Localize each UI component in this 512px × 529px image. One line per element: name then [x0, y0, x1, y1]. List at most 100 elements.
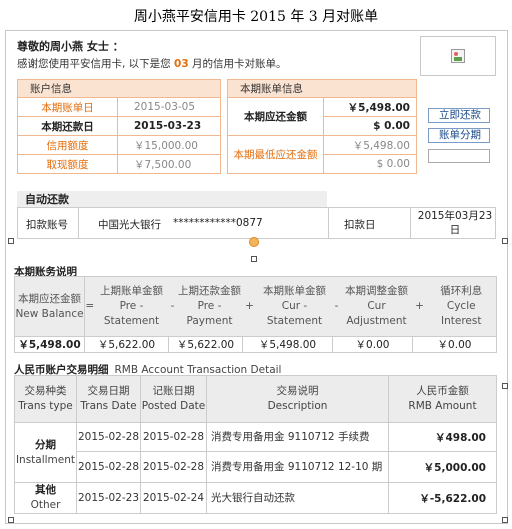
col-en: Trans type: [18, 400, 73, 412]
trans-description: 光大银行自动还款: [206, 482, 389, 514]
col-cn: 上期账单金额: [100, 285, 163, 297]
table-row: 其他 Other 2015-02-23 2015-02-24 光大银行自动还款 ￥…: [14, 482, 497, 514]
cur-adjustment-value: ￥0.00: [332, 336, 413, 353]
trans-description: 消费专用备用金 9110712 12-10 期: [206, 451, 389, 483]
greeting-name: 尊敬的周小燕 女士 ：: [17, 40, 124, 53]
balance-header: 上期还款金额 Pre - Payment: [176, 276, 243, 337]
credit-limit-value: ￥15,000.00: [117, 135, 221, 155]
resize-handle[interactable]: [251, 256, 257, 262]
logo-box: [420, 36, 496, 76]
resize-handle[interactable]: [502, 383, 508, 389]
equals-sign: =: [84, 276, 95, 337]
auto-repay-row: 扣款账号 中国光大银行 ************0877 扣款日 2015年03…: [17, 207, 496, 239]
credit-limit-label: 信用额度: [17, 135, 118, 155]
col-header: 交易说明 Description: [206, 375, 389, 423]
divider: [78, 208, 79, 238]
greeting-suffix: 月的信用卡对账单。: [188, 58, 287, 70]
trans-type-cn: 分期: [35, 438, 56, 451]
new-balance-value: ￥5,498.00: [14, 336, 85, 353]
divider: [410, 208, 411, 238]
table-row: 2015-02-28 2015-02-28 消费专用备用金 9110712 12…: [15, 451, 497, 483]
balance-header: 循环利息 Cycle Interest: [426, 276, 497, 337]
debit-date-label: 扣款日: [344, 219, 376, 231]
greeting-line: 感谢您使用平安信用卡, 以下是您 03 月的信用卡对账单。: [17, 56, 286, 71]
trans-amount: ￥498.00: [388, 422, 497, 452]
resize-handle[interactable]: [8, 517, 14, 523]
greeting-prefix: 感谢您使用平安信用卡, 以下是您: [17, 58, 175, 70]
statement-info-header: 本期账单信息: [227, 79, 417, 98]
col-en: Pre - Payment: [186, 300, 233, 327]
debit-date-value: 2015年03月23日: [417, 210, 493, 236]
trans-amount: ￥-5,622.00: [388, 482, 497, 514]
amount-due-usd: $ 0.00: [323, 116, 417, 136]
min-due-rmb: ￥5,498.00: [323, 135, 417, 155]
cycle-interest-value: ￥0.00: [412, 336, 497, 353]
account-info-row: 信用额度 ￥15,000.00: [17, 135, 221, 155]
balance-header: 本期应还金额 New Balance: [14, 276, 85, 337]
table-row: 分期 Installment 2015-02-28 2015-02-28 消费专用…: [14, 422, 497, 483]
min-due-label: 本期最低应还金额: [227, 135, 324, 174]
minus-sign: -: [332, 276, 341, 337]
amount-input[interactable]: [428, 149, 490, 163]
minus-sign: -: [168, 276, 177, 337]
posted-date: 2015-02-28: [140, 422, 207, 452]
cur-statement-value: ￥5,498.00: [242, 336, 333, 353]
resize-handle[interactable]: [502, 517, 508, 523]
amount-due-rmb: ￥5,498.00: [323, 97, 417, 117]
col-cn: 人民币金额: [416, 385, 469, 397]
balance-header: 本期调整金额 Cur Adjustment: [340, 276, 413, 337]
trans-description: 消费专用备用金 9110712 手续费: [206, 422, 389, 452]
bank-name: 中国光大银行: [98, 219, 161, 231]
col-en: RMB Amount: [408, 400, 477, 412]
due-date-value: 2015-03-23: [117, 116, 221, 136]
posted-date: 2015-02-24: [140, 482, 207, 514]
balance-values-row: ￥5,498.00 ￥5,622.00 ￥5,622.00 ￥5,498.00 …: [14, 336, 497, 353]
col-cn: 本期账单金额: [263, 285, 326, 297]
transactions-table: 交易种类 Trans type 交易日期 Trans Date 记账日期 Posted…: [14, 375, 497, 514]
col-cn: 循环利息: [440, 285, 483, 297]
balance-header: 上期账单金额 Pre - Statement: [94, 276, 169, 337]
trans-amount: ￥5,000.00: [388, 451, 497, 483]
resize-handle[interactable]: [502, 238, 508, 244]
resize-handle[interactable]: [8, 238, 14, 244]
pre-payment-value: ￥5,622.00: [168, 336, 243, 353]
auto-repay-header: 自动还款: [17, 191, 327, 208]
statement-info-table: 本期账单信息 本期应还金额 ￥5,498.00 $ 0.00 本期最低应还金额 …: [227, 79, 417, 174]
plus-sign: +: [412, 276, 427, 337]
debit-account-label: 扣款账号: [26, 219, 68, 231]
trans-type-cell: 分期 Installment: [14, 422, 77, 483]
amount-due-label: 本期应还金额: [227, 97, 324, 136]
cash-limit-label: 取现额度: [17, 154, 118, 174]
trans-type-en: Other: [30, 499, 61, 511]
trans-date: 2015-02-28: [76, 451, 141, 483]
balance-table: 本期应还金额 New Balance = 上期账单金额 Pre - Statemen…: [14, 276, 497, 353]
trans-type-en: Installment: [15, 453, 76, 466]
statement-month: 03: [174, 58, 189, 70]
col-cn: 上期还款金额: [178, 285, 241, 297]
installment-button[interactable]: 账单分期: [428, 128, 490, 143]
col-header: 交易日期 Trans Date: [76, 375, 141, 423]
col-en: Description: [267, 400, 328, 412]
trans-type-cell: 其他 Other: [14, 482, 77, 514]
posted-date: 2015-02-28: [140, 451, 207, 483]
col-en: Posted Date: [141, 400, 206, 412]
col-header: 交易种类 Trans type: [14, 375, 77, 423]
broken-image-icon: [451, 49, 465, 63]
account-info-row: 本期还款日 2015-03-23: [17, 116, 221, 136]
trans-type-cn: 其他: [35, 484, 56, 496]
col-en: Cur - Statement: [266, 300, 323, 327]
col-en: Cycle Interest: [441, 300, 482, 327]
account-info-table: 账户信息 本期账单日 2015-03-05 本期还款日 2015-03-23 信…: [17, 79, 221, 174]
page-title: 周小燕平安信用卡 2015 年 3 月对账单: [133, 9, 379, 25]
col-en: New Balance: [15, 307, 84, 320]
rotate-handle[interactable]: [249, 237, 259, 247]
col-cn: 交易日期: [87, 385, 130, 397]
statement-date-value: 2015-03-05: [117, 97, 221, 117]
debit-account-number: ************0877: [173, 217, 263, 229]
pay-now-button[interactable]: 立即还款: [428, 108, 490, 123]
col-cn: 交易说明: [276, 385, 319, 397]
min-due-usd: $ 0.00: [323, 154, 417, 174]
col-cn: 本期调整金额: [345, 285, 408, 297]
col-cn: 交易种类: [24, 385, 67, 397]
col-header: 人民币金额 RMB Amount: [388, 375, 497, 423]
